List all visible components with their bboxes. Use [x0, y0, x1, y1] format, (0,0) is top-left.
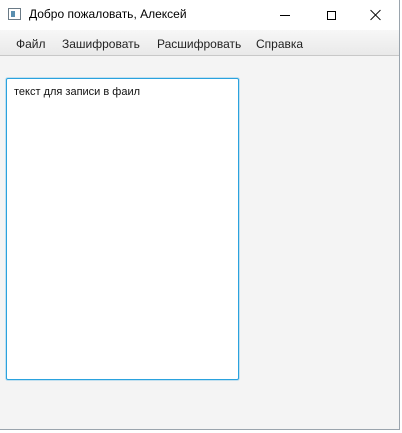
- app-window: Добро пожаловать, Алексей Файл Зашифрова…: [0, 0, 400, 430]
- menu-encrypt[interactable]: Зашифровать: [62, 37, 140, 51]
- maximize-icon: [326, 10, 336, 20]
- minimize-icon: [280, 14, 290, 16]
- close-icon: [370, 9, 382, 21]
- menu-help[interactable]: Справка: [256, 37, 303, 51]
- menu-decrypt[interactable]: Расшифровать: [157, 37, 241, 51]
- menu-file[interactable]: Файл: [16, 37, 46, 51]
- app-window-icon: [8, 8, 21, 20]
- maximize-button[interactable]: [308, 0, 354, 30]
- minimize-button[interactable]: [262, 0, 308, 30]
- title-bar[interactable]: Добро пожаловать, Алексей: [0, 0, 399, 30]
- close-button[interactable]: [353, 0, 399, 30]
- text-editor-area[interactable]: текст для записи в фаил: [6, 78, 239, 380]
- window-title: Добро пожаловать, Алексей: [29, 7, 187, 21]
- menu-bar: Файл Зашифровать Расшифровать Справка: [0, 30, 399, 56]
